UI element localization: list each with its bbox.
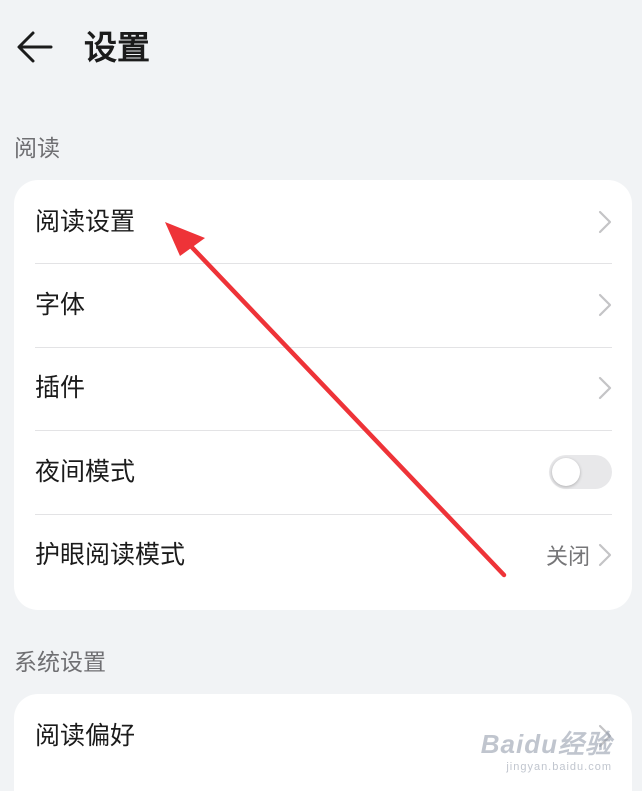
row-label: 字体 bbox=[35, 290, 86, 320]
settings-page: 设置 阅读 阅读设置 字体 插件 夜间模式 护眼阅读模式 关闭 系统设置 阅读偏… bbox=[0, 0, 642, 791]
row-label: 夜间模式 bbox=[35, 456, 136, 486]
watermark-sub: jingyan.baidu.com bbox=[506, 761, 612, 773]
row-label: 护眼阅读模式 bbox=[35, 540, 186, 570]
chevron-right-icon bbox=[598, 544, 612, 567]
row-font[interactable]: 字体 bbox=[14, 263, 632, 346]
row-label: 插件 bbox=[35, 373, 86, 403]
reading-settings-card: 阅读设置 字体 插件 夜间模式 护眼阅读模式 关闭 bbox=[14, 180, 632, 610]
toggle-knob bbox=[552, 457, 580, 486]
section-label-system: 系统设置 bbox=[14, 650, 106, 676]
chevron-right-icon bbox=[598, 293, 612, 317]
night-mode-toggle[interactable] bbox=[549, 454, 612, 489]
row-label: 阅读设置 bbox=[35, 206, 136, 236]
row-night-mode: 夜间模式 bbox=[14, 430, 632, 513]
row-eye-care-mode[interactable]: 护眼阅读模式 关闭 bbox=[14, 513, 632, 597]
header: 设置 bbox=[0, 0, 642, 96]
back-arrow-icon bbox=[17, 31, 53, 63]
back-button[interactable] bbox=[10, 22, 60, 72]
row-plugins[interactable]: 插件 bbox=[14, 346, 632, 430]
watermark-main: Baidu经验 bbox=[480, 729, 612, 759]
chevron-right-icon bbox=[598, 210, 612, 233]
section-label-reading: 阅读 bbox=[14, 136, 60, 162]
chevron-right-icon bbox=[598, 377, 612, 400]
page-title: 设置 bbox=[84, 28, 150, 67]
eye-care-status-value: 关闭 bbox=[545, 545, 590, 571]
row-reading-settings[interactable]: 阅读设置 bbox=[14, 180, 632, 263]
watermark: Baidu经验 jingyan.baidu.com bbox=[481, 724, 612, 773]
